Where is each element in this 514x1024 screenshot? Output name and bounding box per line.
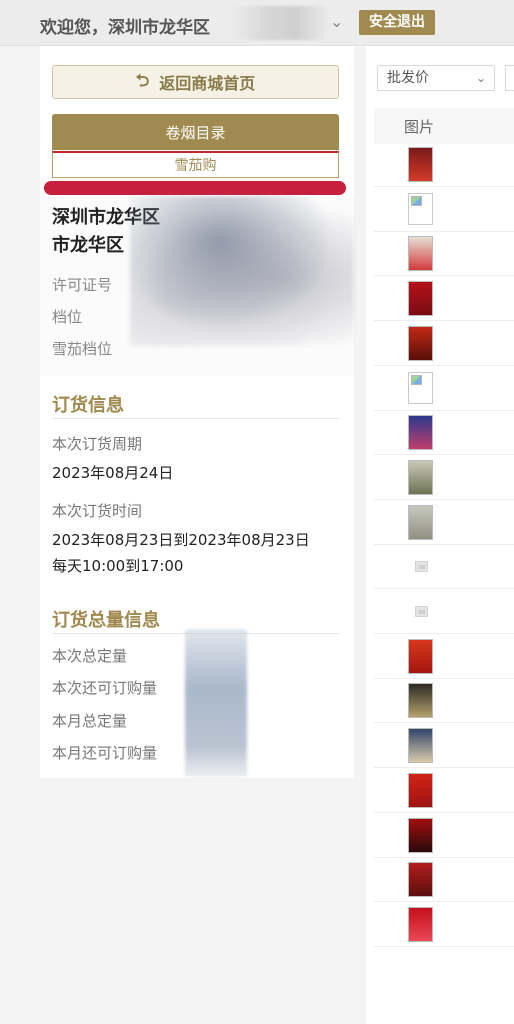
redaction-scribble	[185, 629, 247, 777]
chevron-down-icon[interactable]: ⌄	[330, 12, 343, 31]
remaining-this-label: 本次还可订购量	[52, 679, 158, 697]
table-row[interactable]	[374, 142, 514, 187]
license-label: 许可证号	[52, 276, 113, 294]
product-thumbnail[interactable]	[408, 504, 433, 540]
remaining-month-label: 本月还可订购量	[52, 744, 158, 762]
product-thumbnail[interactable]	[408, 459, 433, 495]
table-row[interactable]	[374, 678, 514, 724]
product-thumbnail[interactable]	[408, 772, 433, 808]
total-this-label: 本次总定量	[52, 647, 128, 665]
order-time-value-line2: 每天10:00到17:00	[52, 557, 184, 575]
cigar-purchase-button[interactable]: 雪茄购	[52, 151, 339, 178]
back-to-mall-button[interactable]: ⮌ 返回商城首页	[52, 65, 339, 99]
chevron-down-icon: ⌄	[475, 71, 486, 85]
table-row[interactable]	[374, 276, 514, 322]
table-row[interactable]	[374, 723, 514, 769]
redaction-scribble	[130, 196, 354, 346]
return-arrow-icon: ⮌	[135, 70, 150, 91]
grade-label: 档位	[52, 308, 83, 326]
product-thumbnail[interactable]	[408, 862, 433, 898]
table-row[interactable]	[374, 589, 514, 634]
image-placeholder-icon	[415, 561, 428, 573]
redacted-user-name	[232, 6, 330, 40]
back-to-mall-label: 返回商城首页	[159, 74, 256, 93]
column-header-picture: 图片	[404, 118, 435, 136]
store-info: 深圳市龙华区 市龙华区 许可证号 档位 雪茄档位	[40, 196, 354, 376]
welcome-text: 欢迎您，深圳市龙华区	[40, 18, 210, 38]
product-thumbnail[interactable]	[408, 906, 433, 942]
left-sidebar: ⮌ 返回商城首页 卷烟目录 雪茄购 深圳市龙华区 市龙华区 许可证号 档位 雪茄…	[40, 46, 354, 778]
table-row[interactable]	[374, 500, 514, 545]
order-time-value-line1: 2023年08月23日到2023年08月23日	[52, 531, 310, 549]
red-annotation-mark	[44, 181, 346, 195]
top-bar: 欢迎您，深圳市龙华区 ⌄ 安全退出	[0, 0, 514, 46]
product-thumbnail[interactable]	[408, 728, 433, 764]
table-row[interactable]	[374, 634, 514, 679]
table-row[interactable]	[374, 366, 514, 411]
price-sort-select[interactable]: 批发价 ⌄	[377, 65, 495, 91]
table-row[interactable]	[374, 544, 514, 590]
product-thumbnail[interactable]	[408, 638, 433, 674]
product-thumbnail[interactable]	[408, 147, 433, 182]
logout-button[interactable]: 安全退出	[359, 10, 435, 35]
secondary-filter-select[interactable]	[505, 65, 514, 91]
table-row[interactable]	[374, 768, 514, 813]
total-month-label: 本月总定量	[52, 712, 128, 730]
product-thumbnail[interactable]	[408, 817, 433, 853]
table-row[interactable]	[374, 187, 514, 232]
cigar-grade-label: 雪茄档位	[52, 340, 113, 358]
product-thumbnail[interactable]	[408, 325, 433, 361]
table-row[interactable]	[374, 857, 514, 903]
order-cycle-label: 本次订货周期	[52, 435, 143, 453]
cigarette-catalog-button[interactable]: 卷烟目录	[52, 114, 339, 150]
table-header: 图片	[374, 108, 514, 144]
order-time-label: 本次订货时间	[52, 502, 143, 520]
table-row[interactable]	[374, 902, 514, 947]
table-row[interactable]	[374, 455, 514, 500]
divider	[52, 418, 339, 419]
quantity-info-title: 订货总量信息	[52, 610, 160, 631]
table-row[interactable]	[374, 410, 514, 456]
table-row[interactable]	[374, 231, 514, 277]
product-list-panel: 批发价 ⌄ 图片	[366, 46, 514, 1024]
broken-image-icon[interactable]	[408, 192, 433, 225]
product-thumbnail[interactable]	[408, 281, 433, 317]
product-thumbnail[interactable]	[408, 236, 433, 272]
product-thumbnail[interactable]	[408, 683, 433, 719]
product-thumbnail[interactable]	[408, 415, 433, 451]
image-placeholder-icon	[415, 606, 428, 617]
broken-image-icon[interactable]	[408, 371, 433, 404]
order-cycle-value: 2023年08月24日	[52, 464, 174, 482]
table-row[interactable]	[374, 813, 514, 858]
price-sort-value: 批发价	[387, 70, 429, 86]
table-row[interactable]	[374, 321, 514, 366]
order-info-title: 订货信息	[52, 395, 124, 416]
